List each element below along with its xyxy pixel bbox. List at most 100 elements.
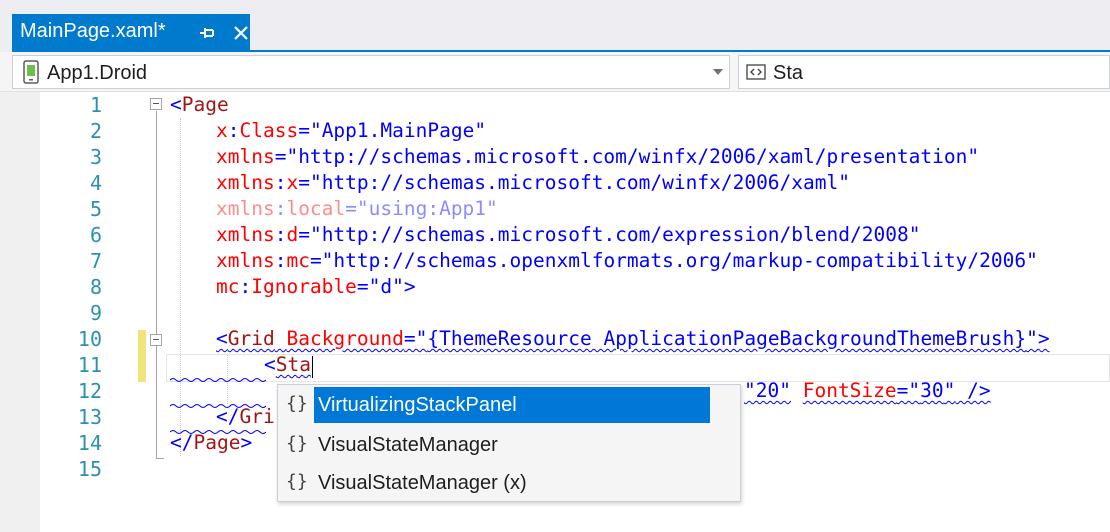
attr-value: 30 <box>920 379 944 402</box>
attr-name: Background <box>286 327 404 350</box>
attr-name: Ignorable <box>251 275 357 298</box>
completion-item[interactable]: {} VisualStateManager (x) <box>278 463 740 501</box>
text-caret <box>312 356 313 378</box>
outline-guide <box>156 111 157 459</box>
line-number: 14 <box>77 431 102 455</box>
document-tab-strip: MainPage.xaml* <box>0 0 1110 52</box>
completion-item[interactable]: {} VirtualizingStackPanel <box>278 385 740 423</box>
line-number: 3 <box>89 145 102 169</box>
error-squiggle <box>170 378 266 382</box>
attr-value: d <box>380 275 393 298</box>
line-number: 11 <box>77 353 102 377</box>
tag-bracket: < <box>170 93 182 116</box>
line-number: 7 <box>89 249 102 273</box>
change-bar <box>138 356 146 382</box>
attr-prefix: x <box>216 119 228 142</box>
attr-prefix: xmlns <box>216 171 275 194</box>
attr-equals: =" <box>896 379 921 402</box>
attr-prefix: xmlns <box>216 197 275 220</box>
code-line-6: xmlns:d="http://schemas.microsoft.com/ex… <box>216 222 920 248</box>
attr-equals: =" <box>403 327 428 350</box>
attr-name: d <box>286 223 299 246</box>
colon: : <box>239 275 252 298</box>
collapse-outline-icon[interactable] <box>150 334 162 346</box>
code-line-10: <Grid Background="{ThemeResource Applica… <box>216 326 1050 352</box>
attr-name: local <box>286 197 346 220</box>
element-name: Gri <box>239 405 275 428</box>
attr-quote: " <box>1026 249 1038 272</box>
colon: : <box>227 119 240 142</box>
tag-bracket: < <box>264 353 276 376</box>
line-number: 5 <box>89 197 102 221</box>
colon: : <box>274 249 287 272</box>
code-line-14: </Page> <box>170 430 252 456</box>
attr-name: FontSize <box>802 379 897 402</box>
navigation-bar: App1.Droid Sta <box>0 52 1110 92</box>
self-close: /> <box>955 379 991 402</box>
colon: : <box>274 223 287 246</box>
colon: : <box>274 197 287 220</box>
element-name: Page <box>181 93 229 116</box>
code-line-2: x:Class="App1.MainPage" <box>216 118 486 144</box>
xaml-element-braces-icon: {} <box>286 471 308 492</box>
line-number: 4 <box>89 171 102 195</box>
tag-bracket: </ <box>170 431 194 454</box>
outline-end-tick <box>156 458 164 459</box>
attr-equals: =" <box>274 145 299 168</box>
glyph-margin <box>0 92 40 532</box>
attr-value: http://schemas.microsoft.com/winfx/2006/… <box>298 145 968 168</box>
attr-equals: =" <box>298 223 322 246</box>
xaml-element-braces-icon: {} <box>286 393 308 414</box>
element-name: Sta <box>773 62 804 84</box>
code-line-3: xmlns="http://schemas.microsoft.com/winf… <box>216 144 979 170</box>
line-number: 8 <box>89 275 102 299</box>
close-icon[interactable] <box>230 22 252 44</box>
completion-item[interactable]: {} VisualStateManager <box>278 425 740 463</box>
attr-name: xmlns <box>216 145 275 168</box>
code-line-13: </Gri <box>216 404 275 430</box>
attr-name: mc <box>286 249 310 272</box>
chevron-down-icon[interactable] <box>713 69 723 75</box>
line-number: 12 <box>77 379 102 403</box>
attr-value: App1.MainPage <box>321 119 475 142</box>
attr-quote: "> <box>1026 327 1050 350</box>
line-number: 13 <box>77 405 102 429</box>
colon: : <box>274 171 287 194</box>
android-project-icon <box>22 60 40 84</box>
attr-name: Class <box>239 119 299 142</box>
code-line-4: xmlns:x="http://schemas.microsoft.com/wi… <box>216 170 850 196</box>
attr-value: {ThemeResource ApplicationPageBackground… <box>427 327 1027 350</box>
project-dropdown[interactable]: App1.Droid <box>12 55 730 89</box>
code-line-7: xmlns:mc="http://schemas.openxmlformats.… <box>216 248 1038 274</box>
change-bar <box>138 330 146 356</box>
intellisense-completion-list[interactable]: {} VirtualizingStackPanel {} VisualState… <box>277 384 741 502</box>
element-name: Grid <box>227 327 275 350</box>
attr-quote: " <box>967 145 980 168</box>
attr-equals: =" <box>345 197 369 220</box>
completion-item-label: VisualStateManager (x) <box>318 472 527 494</box>
attr-quote: " <box>474 119 487 142</box>
collapse-outline-icon[interactable] <box>150 98 162 110</box>
attr-value: http://schemas.microsoft.com/expression/… <box>321 223 909 246</box>
completion-item-label: VirtualizingStackPanel <box>318 394 517 416</box>
code-line-11: <Sta <box>264 352 311 378</box>
code-line-1: <Page <box>170 92 229 118</box>
line-number: 2 <box>89 119 102 143</box>
attr-prefix: xmlns <box>216 249 275 272</box>
attr-quote: " <box>486 197 498 220</box>
attr-equals: =" <box>298 171 322 194</box>
attr-equals: =" <box>298 119 322 142</box>
completion-item-label: VisualStateManager <box>318 434 498 456</box>
pin-icon[interactable] <box>196 22 218 44</box>
xaml-element-braces-icon: {} <box>286 433 308 454</box>
code-line-8: mc:Ignorable="d"> <box>216 274 416 300</box>
code-line-12-visible: "20" FontSize="30" /> <box>744 378 991 404</box>
attr-value: "20" <box>744 379 791 402</box>
element-dropdown[interactable]: Sta <box>738 55 1110 89</box>
tab-mainpage-xaml[interactable]: MainPage.xaml* <box>12 14 250 52</box>
attr-value: http://schemas.openxmlformats.org/markup… <box>333 249 1027 272</box>
line-number: 6 <box>89 223 102 247</box>
attr-equals: =" <box>356 275 381 298</box>
attr-equals: =" <box>309 249 334 272</box>
